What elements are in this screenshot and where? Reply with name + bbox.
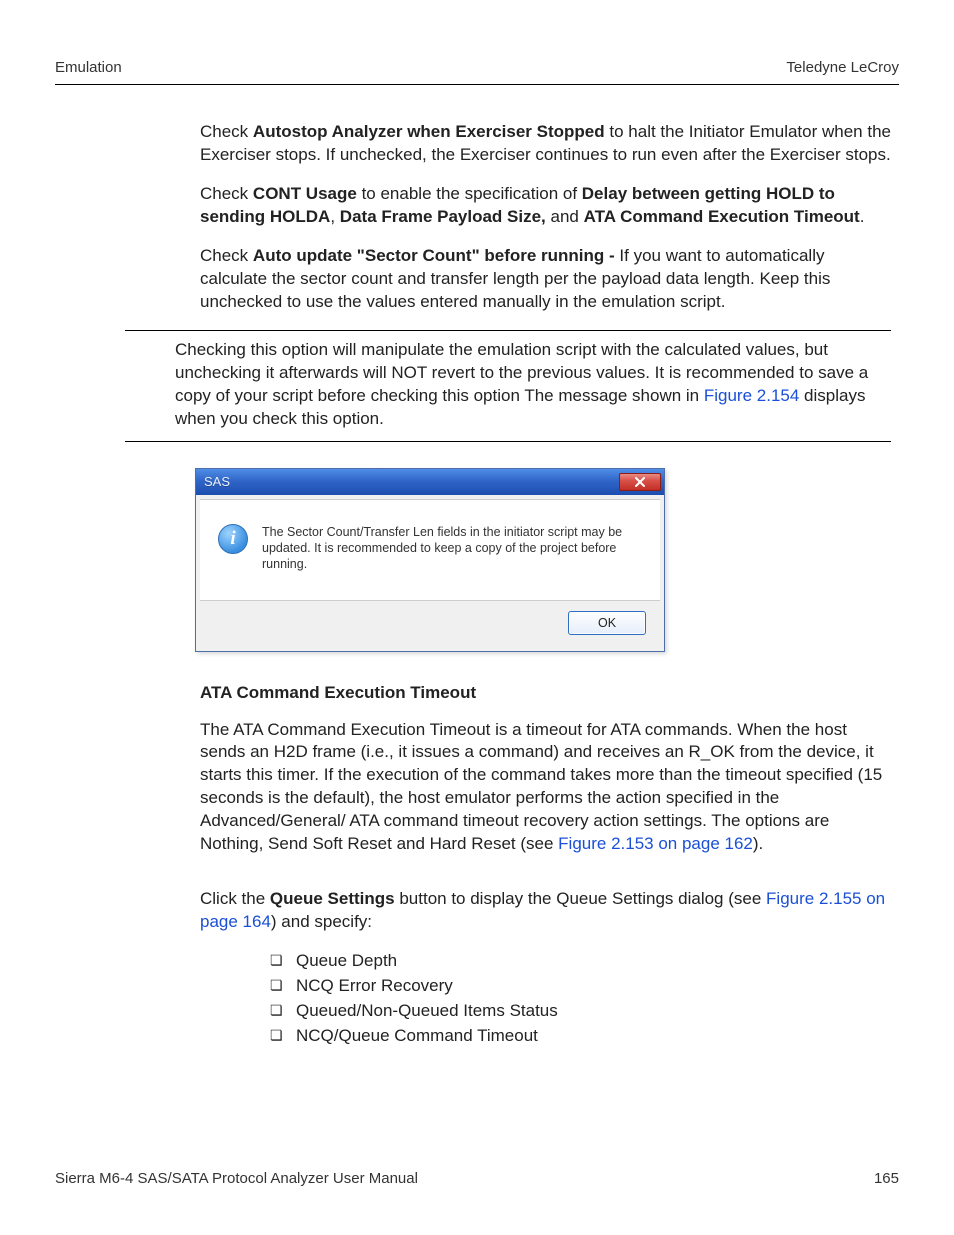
dialog-body: i The Sector Count/Transfer Len fields i… xyxy=(200,499,660,601)
link-figure-2-153[interactable]: Figure 2.153 on page 162 xyxy=(558,834,753,853)
dialog-titlebar: SAS xyxy=(196,469,664,495)
info-icon: i xyxy=(218,524,248,554)
page-footer: Sierra M6-4 SAS/SATA Protocol Analyzer U… xyxy=(55,1169,899,1189)
dialog-title: SAS xyxy=(204,473,230,491)
paragraph-autostop: Check Autostop Analyzer when Exerciser S… xyxy=(200,121,891,167)
dialog-button-row: OK xyxy=(200,601,660,647)
paragraph-ata-timeout: The ATA Command Execution Timeout is a t… xyxy=(200,719,891,857)
list-item: Queue Depth xyxy=(270,950,891,973)
close-icon xyxy=(634,477,646,487)
section-title-ata-timeout: ATA Command Execution Timeout xyxy=(200,682,891,705)
ok-button[interactable]: OK xyxy=(568,611,646,635)
paragraph-queue-settings: Click the Queue Settings button to displ… xyxy=(200,888,891,934)
queue-settings-list: Queue Depth NCQ Error Recovery Queued/No… xyxy=(270,950,891,1048)
footer-title: Sierra M6-4 SAS/SATA Protocol Analyzer U… xyxy=(55,1169,418,1189)
list-item: NCQ/Queue Command Timeout xyxy=(270,1025,891,1048)
header-company: Teledyne LeCroy xyxy=(786,58,899,78)
list-item: NCQ Error Recovery xyxy=(270,975,891,998)
link-figure-2-154[interactable]: Figure 2.154 xyxy=(704,386,799,405)
sas-dialog: SAS i The Sector Count/Transfer Len fiel… xyxy=(195,468,665,652)
header-section: Emulation xyxy=(55,58,122,78)
close-button[interactable] xyxy=(619,473,661,491)
note-box: Checking this option will manipulate the… xyxy=(125,330,891,442)
dialog-message: The Sector Count/Transfer Len fields in … xyxy=(262,524,642,572)
list-item: Queued/Non-Queued Items Status xyxy=(270,1000,891,1023)
page-header: Emulation Teledyne LeCroy xyxy=(55,58,899,85)
paragraph-cont-usage: Check CONT Usage to enable the specifica… xyxy=(200,183,891,229)
footer-page-number: 165 xyxy=(874,1169,899,1189)
paragraph-auto-update: Check Auto update "Sector Count" before … xyxy=(200,245,891,314)
